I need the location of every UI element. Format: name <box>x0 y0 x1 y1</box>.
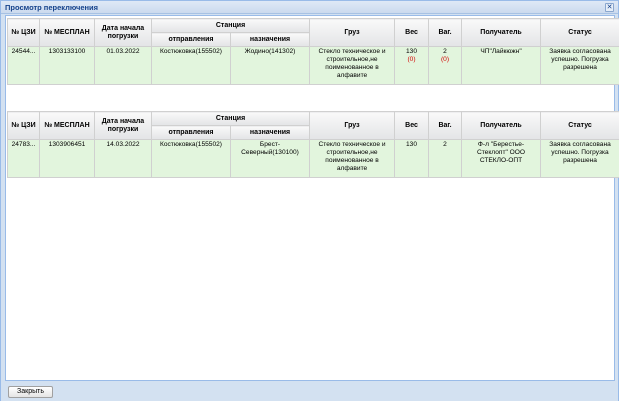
cell-destination: Жодино(141302) <box>229 46 311 85</box>
cell-weight: 130 <box>394 139 430 178</box>
col-header-departure[interactable]: отправления <box>151 125 231 140</box>
cell-mesplan: 1303906451 <box>39 139 95 178</box>
col-header-recipient[interactable]: Получатель <box>461 18 542 47</box>
cell-departure: Костюковка(155502) <box>151 46 231 85</box>
cell-cargo: Стекло техническое и строительное,не пои… <box>309 139 396 178</box>
grid-spacer <box>7 100 613 108</box>
col-header-station: Станция <box>150 18 311 33</box>
cell-weight: 130 (0) <box>394 46 430 85</box>
col-header-mesplan[interactable]: № МЕСПЛАН <box>39 18 95 47</box>
col-header-recipient[interactable]: Получатель <box>461 111 542 140</box>
cell-status: Заявка согласована успешно. Погрузка раз… <box>540 46 619 85</box>
cell-wagons: 2 <box>428 139 463 178</box>
col-header-destination[interactable]: назначения <box>229 125 311 140</box>
window-titlebar[interactable]: Просмотр переключения ✕ <box>1 1 618 14</box>
wagons-sub-value: (0) <box>440 56 450 63</box>
table-row[interactable]: 24783... 1303906451 14.03.2022 Костюковк… <box>7 139 619 178</box>
cell-recipient: ЧП"Лайкюжн" <box>461 46 542 85</box>
col-header-weight[interactable]: Вес <box>394 18 430 47</box>
col-header-czi[interactable]: № ЦЗИ <box>7 111 40 140</box>
col-header-wagons[interactable]: Ваг. <box>428 18 463 47</box>
table-row[interactable]: 24544... 1303133100 01.03.2022 Костюковк… <box>7 46 619 85</box>
col-header-departure[interactable]: отправления <box>151 32 231 47</box>
col-header-weight[interactable]: Вес <box>394 111 430 140</box>
cell-date: 01.03.2022 <box>94 46 152 85</box>
window-footer: Закрыть <box>1 382 618 401</box>
weight-sub-value: (0) <box>407 56 416 63</box>
grid-top: № ЦЗИ № МЕСПЛАН Дата начала погрузки Ста… <box>7 18 619 85</box>
grid-bottom: № ЦЗИ № МЕСПЛАН Дата начала погрузки Ста… <box>7 111 619 178</box>
wagons-value: 2 <box>443 48 447 55</box>
content-panel: № ЦЗИ № МЕСПЛАН Дата начала погрузки Ста… <box>5 15 619 381</box>
close-button[interactable]: Закрыть <box>8 386 53 398</box>
cell-date: 14.03.2022 <box>94 139 152 178</box>
col-header-status[interactable]: Статус <box>540 18 619 47</box>
col-header-date[interactable]: Дата начала погрузки <box>94 18 152 47</box>
window-title: Просмотр переключения <box>5 3 99 12</box>
cell-status: Заявка согласована успешно. Погрузка раз… <box>540 139 619 178</box>
close-icon[interactable]: ✕ <box>605 3 614 12</box>
cell-recipient: Ф-л "Берестье-Стеклопт" ООО СТЕКЛО-ОПТ <box>461 139 542 178</box>
col-header-wagons[interactable]: Ваг. <box>428 111 463 140</box>
cell-czi: 24544... <box>7 46 40 85</box>
cell-mesplan: 1303133100 <box>39 46 95 85</box>
switch-view-window: Просмотр переключения ✕ № ЦЗИ № МЕСПЛАН … <box>0 0 619 401</box>
weight-value: 130 <box>406 48 418 55</box>
cell-cargo: Стекло техническое и строительное,не пои… <box>309 46 396 85</box>
col-header-destination[interactable]: назначения <box>229 32 311 47</box>
col-header-status[interactable]: Статус <box>540 111 619 140</box>
cell-czi: 24783... <box>7 139 40 178</box>
cell-departure: Костюковка(155502) <box>151 139 231 178</box>
col-header-czi[interactable]: № ЦЗИ <box>7 18 40 47</box>
col-header-cargo[interactable]: Груз <box>309 18 396 47</box>
cell-destination: Брест-Северный(130100) <box>229 139 311 178</box>
col-header-station: Станция <box>150 111 311 126</box>
col-header-mesplan[interactable]: № МЕСПЛАН <box>39 111 95 140</box>
col-header-cargo[interactable]: Груз <box>309 111 396 140</box>
cell-wagons: 2 (0) <box>428 46 463 85</box>
col-header-date[interactable]: Дата начала погрузки <box>94 111 152 140</box>
